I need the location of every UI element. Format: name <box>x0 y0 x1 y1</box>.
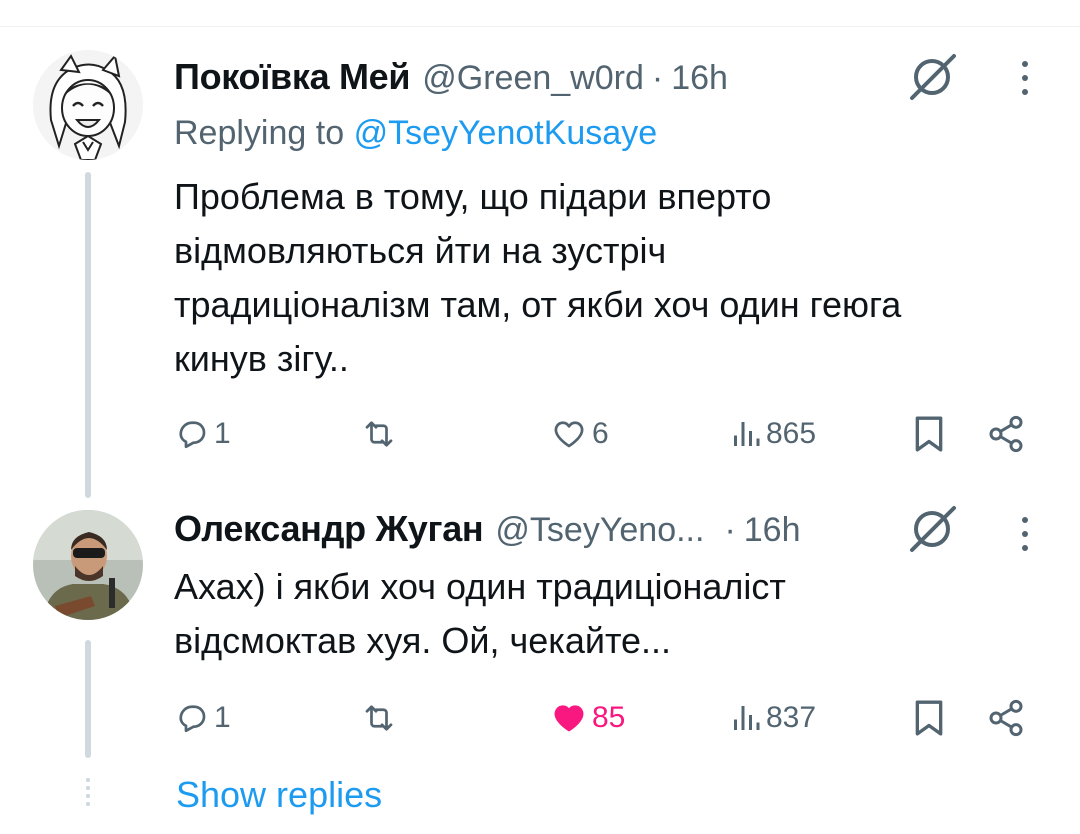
tweet-text-line: Ахах) і якби хоч один традиціоналіст <box>174 566 786 607</box>
like-button[interactable]: 6 <box>550 416 609 452</box>
share-icon[interactable] <box>986 414 1026 459</box>
reply-button[interactable]: 1 <box>174 416 231 452</box>
author-name[interactable]: Олександр Жуган <box>174 508 484 550</box>
like-count: 6 <box>592 417 609 450</box>
tweet-text-line: традиціоналізм там, от якби хоч один гею… <box>174 284 902 325</box>
reply-icon <box>174 700 210 736</box>
separator-dot: · <box>724 511 736 549</box>
retweet-button[interactable] <box>360 416 402 452</box>
avatar[interactable] <box>33 510 143 620</box>
share-icon[interactable] <box>986 698 1026 743</box>
tweet-text-line: Проблема в тому, що підари вперто <box>174 176 772 217</box>
author-handle[interactable]: @TseyYeno... <box>495 511 704 550</box>
views-count: 837 <box>766 701 817 734</box>
top-divider <box>0 26 1080 27</box>
show-replies-link[interactable]: Show replies <box>176 774 382 816</box>
tweet-text-line: кинув зігу.. <box>174 338 349 379</box>
reply-count: 1 <box>214 701 231 734</box>
reply-count: 1 <box>214 417 231 450</box>
timestamp[interactable]: 16h <box>671 59 728 98</box>
thread-dots <box>86 776 90 806</box>
retweet-button[interactable] <box>360 700 402 736</box>
like-icon <box>550 700 588 736</box>
like-icon <box>550 416 588 452</box>
retweet-icon <box>360 700 398 736</box>
bookmark-icon[interactable] <box>912 414 946 459</box>
timestamp[interactable]: 16h <box>744 511 801 550</box>
tweet-text: Проблема в тому, що підари вперто відмов… <box>174 170 1034 386</box>
grok-icon[interactable] <box>904 504 960 559</box>
grok-icon[interactable] <box>904 52 960 107</box>
thread-connector-line <box>85 172 91 498</box>
views-count: 865 <box>766 417 817 450</box>
reply-icon <box>174 416 210 452</box>
tweet-text-line: відмовляються йти на зустріч <box>174 230 667 271</box>
tweet-header: Покоївка Мей @Green_w0rd · 16h <box>174 56 728 98</box>
more-icon[interactable] <box>1018 58 1032 103</box>
views-icon <box>730 700 762 736</box>
views-button[interactable]: 837 <box>730 700 816 736</box>
reply-button[interactable]: 1 <box>174 700 231 736</box>
bookmark-icon[interactable] <box>912 698 946 743</box>
retweet-icon <box>360 416 398 452</box>
replying-label: Replying to <box>174 114 345 152</box>
author-name[interactable]: Покоївка Мей <box>174 56 411 98</box>
thread-connector-line <box>85 640 91 758</box>
like-count: 85 <box>592 701 626 734</box>
separator-dot: · <box>651 59 664 97</box>
replying-to: Replying to @TseyYenotKusaye <box>174 114 657 153</box>
like-button[interactable]: 85 <box>550 700 625 736</box>
views-icon <box>730 416 762 452</box>
tweet-header: Олександр Жуган @TseyYeno... · 16h <box>174 508 801 550</box>
tweet-text: Ахах) і якби хоч один традиціоналіст від… <box>174 560 1034 668</box>
views-button[interactable]: 865 <box>730 416 816 452</box>
more-icon[interactable] <box>1018 514 1032 559</box>
tweet-text-line: відсмоктав хуя. Ой, чекайте... <box>174 620 672 661</box>
mention-link[interactable]: @TseyYenotKusaye <box>354 114 658 152</box>
author-handle[interactable]: @Green_w0rd <box>422 59 644 98</box>
avatar[interactable] <box>33 50 143 160</box>
